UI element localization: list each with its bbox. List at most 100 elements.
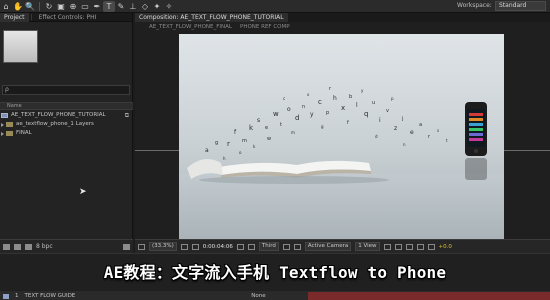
svg-text:h: h (223, 156, 226, 161)
svg-text:n: n (302, 104, 305, 110)
exposure-value[interactable]: +0.0 (439, 244, 452, 250)
name-column-header[interactable]: Name (0, 102, 133, 110)
tab-composition[interactable]: Composition: AE_TEXT_FLOW_PHONE_TUTORIAL (135, 13, 288, 22)
type-tool-icon[interactable]: T (103, 0, 115, 12)
home-icon[interactable]: ⌂ (0, 1, 12, 12)
transparency-grid-icon[interactable] (293, 243, 301, 250)
expand-arrow-icon[interactable] (1, 131, 4, 136)
svg-text:f: f (234, 129, 237, 136)
show-channel-icon[interactable] (247, 243, 255, 250)
mouse-cursor-icon: ➤ (79, 187, 87, 197)
svg-text:u: u (372, 100, 375, 106)
svg-text:j: j (401, 116, 403, 122)
eraser-tool-icon[interactable]: ◇ (139, 1, 151, 12)
composition-viewer[interactable]: a g r f m k s e w t o d n y c p h x b l (179, 34, 504, 240)
svg-text:z: z (394, 125, 397, 132)
flowchart-icon[interactable]: ⧉ (125, 111, 129, 120)
list-item-label: ae_textflow_phone_1 Layers (16, 121, 94, 127)
svg-text:b: b (349, 94, 352, 100)
layer-label-color[interactable] (3, 293, 9, 299)
list-item-label: AE_TEXT_FLOW_PHONE_TUTORIAL (11, 112, 106, 118)
interpret-footage-icon[interactable] (3, 243, 10, 250)
composition-icon (1, 113, 8, 118)
region-of-interest-icon[interactable] (282, 243, 290, 250)
tab-effect-controls[interactable]: Effect Controls: PHI (35, 13, 101, 22)
list-item-label: FINAL (16, 130, 32, 136)
composition-viewer-controls: (33.3%) 0:00:04:06 Third Active Camera 1… (135, 239, 550, 253)
mask-visibility-icon[interactable] (191, 243, 199, 250)
camera-view-select[interactable]: Active Camera (304, 242, 352, 251)
scene-artwork: a g r f m k s e w t o d n y c p h x b l (187, 86, 487, 184)
svg-text:g: g (215, 140, 218, 146)
workspace-label: Workspace: (457, 2, 492, 9)
bpc-label[interactable]: 8 bpc (36, 243, 53, 250)
svg-text:k: k (249, 124, 254, 132)
svg-text:k: k (253, 144, 256, 149)
svg-text:n: n (403, 142, 406, 147)
svg-text:v: v (386, 108, 389, 114)
breadcrumb: AE_TEXT_FLOW_PHONE_FINAL PHONE REF COMP (135, 22, 550, 32)
tab-project[interactable]: Project (0, 12, 29, 22)
list-item[interactable]: FINAL (1, 129, 132, 138)
tools-toolbar: ⌂ ✋ 🔍 ↻ ▣ ⊕ ▭ ✒ T ✎ ⊥ ◇ ✦ ✧ Workspace: S… (0, 0, 550, 13)
reset-exposure-icon[interactable] (427, 243, 435, 250)
breadcrumb-item[interactable]: PHONE REF COMP (240, 24, 290, 30)
project-tabbar: Project | Effect Controls: PHI (0, 12, 132, 22)
svg-text:t: t (280, 122, 282, 128)
fast-previews-icon[interactable] (394, 243, 402, 250)
view-layout-select[interactable]: 1 View (355, 242, 380, 251)
zoom-tool-icon[interactable]: 🔍 (24, 1, 36, 12)
expand-arrow-icon[interactable] (1, 122, 4, 127)
layer-name[interactable]: TEXT FLOW GUIDE (25, 293, 76, 299)
svg-text:w: w (267, 136, 271, 142)
new-composition-icon[interactable] (25, 243, 32, 250)
svg-text:e: e (410, 129, 414, 136)
puppet-pin-tool-icon[interactable]: ✧ (163, 1, 175, 12)
svg-text:t: t (446, 138, 448, 143)
layer-duration-bar[interactable] (308, 292, 550, 300)
grid-overlay-icon[interactable] (180, 243, 188, 250)
clone-stamp-tool-icon[interactable]: ⊥ (127, 1, 139, 12)
timeline-toggle-icon[interactable] (405, 243, 413, 250)
composition-tabbar: Composition: AE_TEXT_FLOW_PHONE_TUTORIAL (135, 13, 550, 22)
trash-icon[interactable] (123, 243, 130, 250)
workspace-select[interactable]: Standard (495, 1, 546, 11)
pen-tool-icon[interactable]: ✒ (91, 1, 103, 12)
svg-text:s: s (437, 128, 439, 133)
resolution-select[interactable]: Third (258, 242, 279, 251)
svg-text:o: o (287, 106, 291, 113)
svg-text:x: x (307, 92, 310, 97)
current-time-display[interactable]: 0:00:04:06 (203, 244, 233, 250)
svg-text:f: f (347, 120, 349, 126)
svg-text:g: g (321, 124, 324, 129)
project-search-input[interactable]: ρ (2, 85, 130, 95)
rotate-tool-icon[interactable]: ↻ (43, 1, 55, 12)
pan-behind-tool-icon[interactable]: ⊕ (67, 1, 79, 12)
list-item[interactable]: AE_TEXT_FLOW_PHONE_TUTORIAL ⧉ (1, 111, 132, 120)
toggle-pixel-aspect-icon[interactable] (383, 243, 391, 250)
svg-text:p: p (391, 96, 394, 101)
always-preview-icon[interactable] (138, 243, 145, 250)
svg-text:d: d (295, 114, 299, 122)
flowchart-icon[interactable] (416, 243, 424, 250)
svg-text:a: a (419, 122, 422, 128)
magnification-select[interactable]: (33.3%) (149, 242, 177, 251)
snapshot-camera-icon[interactable] (236, 243, 244, 250)
svg-text:m: m (291, 130, 295, 135)
breadcrumb-item[interactable]: AE_TEXT_FLOW_PHONE_FINAL (149, 24, 232, 30)
svg-text:y: y (361, 88, 364, 93)
svg-text:r: r (227, 140, 230, 148)
camera-tool-icon[interactable]: ▣ (55, 1, 67, 12)
svg-text:r: r (428, 134, 431, 140)
svg-text:y: y (310, 111, 314, 118)
roto-brush-tool-icon[interactable]: ✦ (151, 1, 163, 12)
svg-text:d: d (375, 134, 378, 139)
layer-parent-select[interactable]: None (251, 293, 265, 299)
svg-text:c: c (283, 96, 285, 101)
rectangle-tool-icon[interactable]: ▭ (79, 1, 91, 12)
brush-tool-icon[interactable]: ✎ (115, 1, 127, 12)
new-folder-icon[interactable] (14, 243, 21, 250)
list-item[interactable]: ae_textflow_phone_1 Layers (1, 120, 132, 129)
hand-tool-icon[interactable]: ✋ (12, 1, 24, 12)
folder-icon (6, 122, 13, 127)
